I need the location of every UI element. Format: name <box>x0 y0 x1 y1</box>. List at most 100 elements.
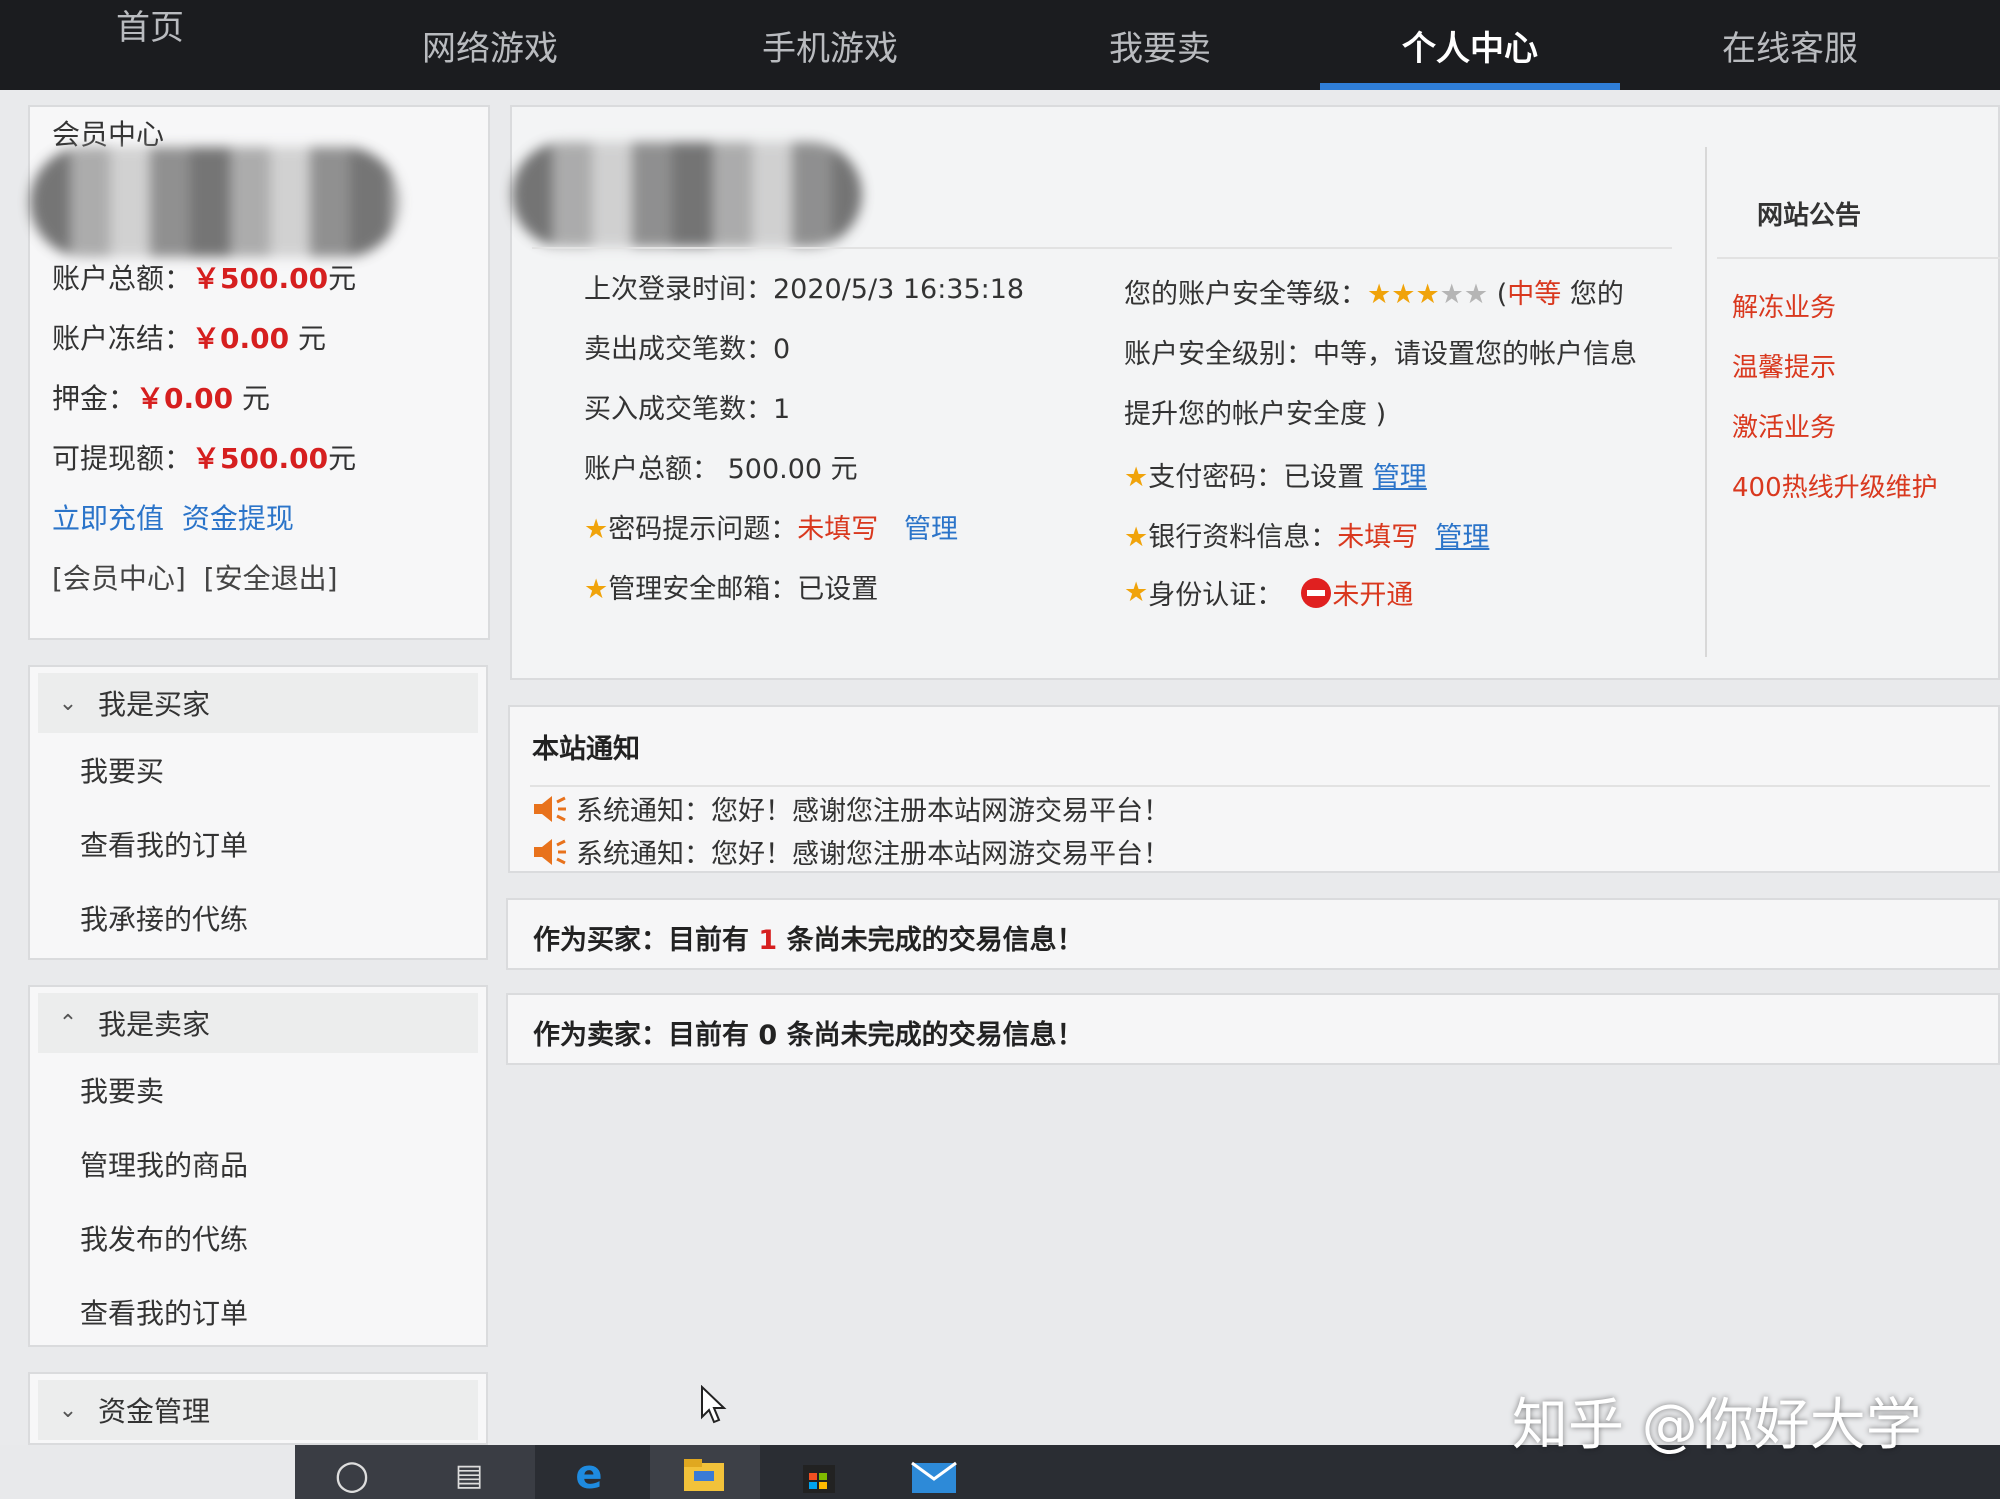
password-question-status: 未填写 <box>797 514 879 545</box>
id-verification-label: 身份认证： <box>1148 580 1284 611</box>
pay-password-label: 支付密码： <box>1148 462 1284 493</box>
security-email-label: 管理安全邮箱： <box>608 574 798 605</box>
security-stars: ★★★★★ <box>1367 279 1488 310</box>
notice-line[interactable]: 系统通知：您好！感谢您注册本站网游交易平台！ <box>532 832 1170 871</box>
menu-item-my-orders[interactable]: 查看我的订单 <box>30 807 486 881</box>
pay-password-row: ★支付密码：已设置 管理 <box>1124 455 1427 494</box>
withdrawable-value: ￥500.00 <box>192 442 329 475</box>
buyer-menu: ⌄ 我是买家 我要买 查看我的订单 我承接的代练 <box>28 665 488 960</box>
withdraw-link[interactable]: 资金提现 <box>182 502 294 535</box>
bank-info-row: ★银行资料信息：未填写 管理 <box>1124 515 1489 554</box>
buyer-menu-header[interactable]: ⌄ 我是买家 <box>38 673 478 733</box>
member-center-panel: 会员中心 账户总额：￥500.00元 账户冻结：￥0.00 元 押金：￥0.00… <box>28 105 490 640</box>
account-frozen-label: 账户冻结： <box>52 322 193 355</box>
notice-text: 系统通知：您好！感谢您注册本站网游交易平台！ <box>576 839 1170 870</box>
account-info-card: 上次登录时间：2020/5/3 16:35:18 卖出成交笔数：0 买入成交笔数… <box>510 105 2000 680</box>
mail-icon[interactable] <box>910 1451 958 1499</box>
password-question-manage-link[interactable]: 管理 <box>904 514 958 545</box>
nav-mobile-games[interactable]: 手机游戏 <box>680 0 980 90</box>
security-email-status: 已设置 <box>797 574 879 605</box>
funds-menu: ⌄ 资金管理 <box>28 1372 488 1445</box>
menu-item-accepted-boosting[interactable]: 我承接的代练 <box>30 881 486 955</box>
member-center-link[interactable]: [会员中心] <box>52 562 186 595</box>
menu-item-manage-goods[interactable]: 管理我的商品 <box>30 1127 486 1201</box>
notice-line[interactable]: 系统通知：您好！感谢您注册本站网游交易平台！ <box>532 789 1170 828</box>
blurred-avatar <box>30 147 400 257</box>
member-links-row: [会员中心] [安全退出] <box>52 557 338 597</box>
password-question-row: ★密码提示问题：未填写 管理 <box>584 507 958 546</box>
bought-count-row: 买入成交笔数：1 <box>584 387 790 426</box>
deposit-value: ￥0.00 <box>136 382 234 415</box>
menu-item-published-boosting[interactable]: 我发布的代练 <box>30 1201 486 1275</box>
search-icon[interactable]: ○ <box>328 1451 376 1499</box>
announcement-item[interactable]: 温馨提示 <box>1732 347 1836 384</box>
recharge-link[interactable]: 立即充值 <box>52 502 164 535</box>
logout-link[interactable]: [安全退出] <box>204 562 338 595</box>
nav-online-support[interactable]: 在线客服 <box>1640 0 1940 90</box>
speaker-icon <box>534 838 566 865</box>
star-icon: ★ <box>1124 577 1149 608</box>
announcement-item[interactable]: 400热线升级维护 <box>1732 467 1938 504</box>
buyer-pending-suffix: 条尚未完成的交易信息！ <box>777 925 1084 956</box>
bought-count-label: 买入成交笔数： <box>584 394 773 425</box>
folder-icon[interactable] <box>680 1451 728 1499</box>
seller-pending-bar: 作为卖家：目前有 0 条尚未完成的交易信息！ <box>506 993 2000 1065</box>
bank-info-manage-link[interactable]: 管理 <box>1435 522 1489 553</box>
deposit-unit: 元 <box>233 382 271 415</box>
task-view-icon[interactable]: ▤ <box>445 1451 493 1499</box>
star-empty-icon: ★ <box>1439 279 1464 310</box>
account-frozen-unit: 元 <box>289 322 327 355</box>
nav-sell[interactable]: 我要卖 <box>1010 0 1310 90</box>
buyer-pending-count: 1 <box>758 925 778 956</box>
menu-item-buy[interactable]: 我要买 <box>30 733 486 807</box>
security-level-line2: 账户安全级别：中等，请设置您的帐户信息 <box>1124 339 1637 370</box>
site-notice-panel: 本站通知 系统通知：您好！感谢您注册本站网游交易平台！ 系统通知：您好！感谢您注… <box>508 705 2000 873</box>
divider <box>1717 257 2000 259</box>
star-filled-icon: ★ <box>1367 279 1392 310</box>
announcement-item[interactable]: 激活业务 <box>1732 407 1836 444</box>
nav-online-games[interactable]: 网络游戏 <box>340 0 640 90</box>
store-icon[interactable] <box>795 1451 843 1499</box>
sold-count-label: 卖出成交笔数： <box>584 334 773 365</box>
seller-pending-suffix: 条尚未完成的交易信息！ <box>777 1020 1084 1051</box>
edge-browser-icon[interactable]: e <box>565 1451 613 1499</box>
withdrawable-label: 可提现额： <box>52 442 193 475</box>
deposit-row: 押金：￥0.00 元 <box>52 377 270 417</box>
account-total-label: 账户总额： <box>52 262 193 295</box>
deposit-label: 押金： <box>52 382 137 415</box>
fund-links-row: 立即充值 资金提现 <box>52 497 294 537</box>
account-total-unit: 元 <box>328 262 357 295</box>
divider <box>532 247 1672 249</box>
chevron-down-icon: ⌄ <box>58 1397 78 1423</box>
pay-password-status: 已设置 <box>1283 462 1365 493</box>
buyer-pending-text: 作为买家：目前有 1 条尚未完成的交易信息！ <box>533 918 1084 957</box>
id-verification-status: 未开通 <box>1332 580 1414 611</box>
funds-menu-title: 资金管理 <box>98 1395 211 1428</box>
last-login-value: 2020/5/3 16:35:18 <box>773 274 1025 305</box>
top-nav: 首页 网络游戏 手机游戏 我要卖 个人中心 在线客服 <box>0 0 2000 90</box>
menu-item-seller-orders[interactable]: 查看我的订单 <box>30 1275 486 1349</box>
password-question-label: 密码提示问题： <box>608 514 798 545</box>
seller-menu: ⌃ 我是卖家 我要卖 管理我的商品 我发布的代练 查看我的订单 <box>28 985 488 1347</box>
security-level-open: ( <box>1496 279 1508 310</box>
security-level-text: 您的 <box>1561 279 1624 310</box>
notice-text: 系统通知：您好！感谢您注册本站网游交易平台！ <box>576 796 1170 827</box>
announcement-item[interactable]: 解冻业务 <box>1732 287 1836 324</box>
nav-personal-center[interactable]: 个人中心 <box>1320 0 1620 90</box>
funds-menu-header[interactable]: ⌄ 资金管理 <box>38 1380 478 1440</box>
buyer-pending-prefix: 作为买家：目前有 <box>533 925 759 956</box>
buyer-menu-title: 我是买家 <box>98 688 211 721</box>
site-notice-title: 本站通知 <box>532 734 640 765</box>
pay-password-manage-link[interactable]: 管理 <box>1373 462 1427 493</box>
account-total-value: ￥500.00 <box>192 262 329 295</box>
menu-item-sell[interactable]: 我要卖 <box>30 1053 486 1127</box>
blurred-username <box>512 142 862 247</box>
account-total-row: 账户总额：￥500.00元 <box>52 257 356 297</box>
column-divider <box>1705 147 1707 657</box>
taskbar-search-area[interactable] <box>0 1445 295 1499</box>
seller-menu-header[interactable]: ⌃ 我是卖家 <box>38 993 478 1053</box>
nav-home[interactable]: 首页 <box>0 0 300 90</box>
mouse-cursor-icon <box>701 1385 727 1424</box>
security-level-line3: 提升您的帐户安全度 ) <box>1124 399 1387 430</box>
main-total-label: 账户总额： <box>584 454 719 485</box>
